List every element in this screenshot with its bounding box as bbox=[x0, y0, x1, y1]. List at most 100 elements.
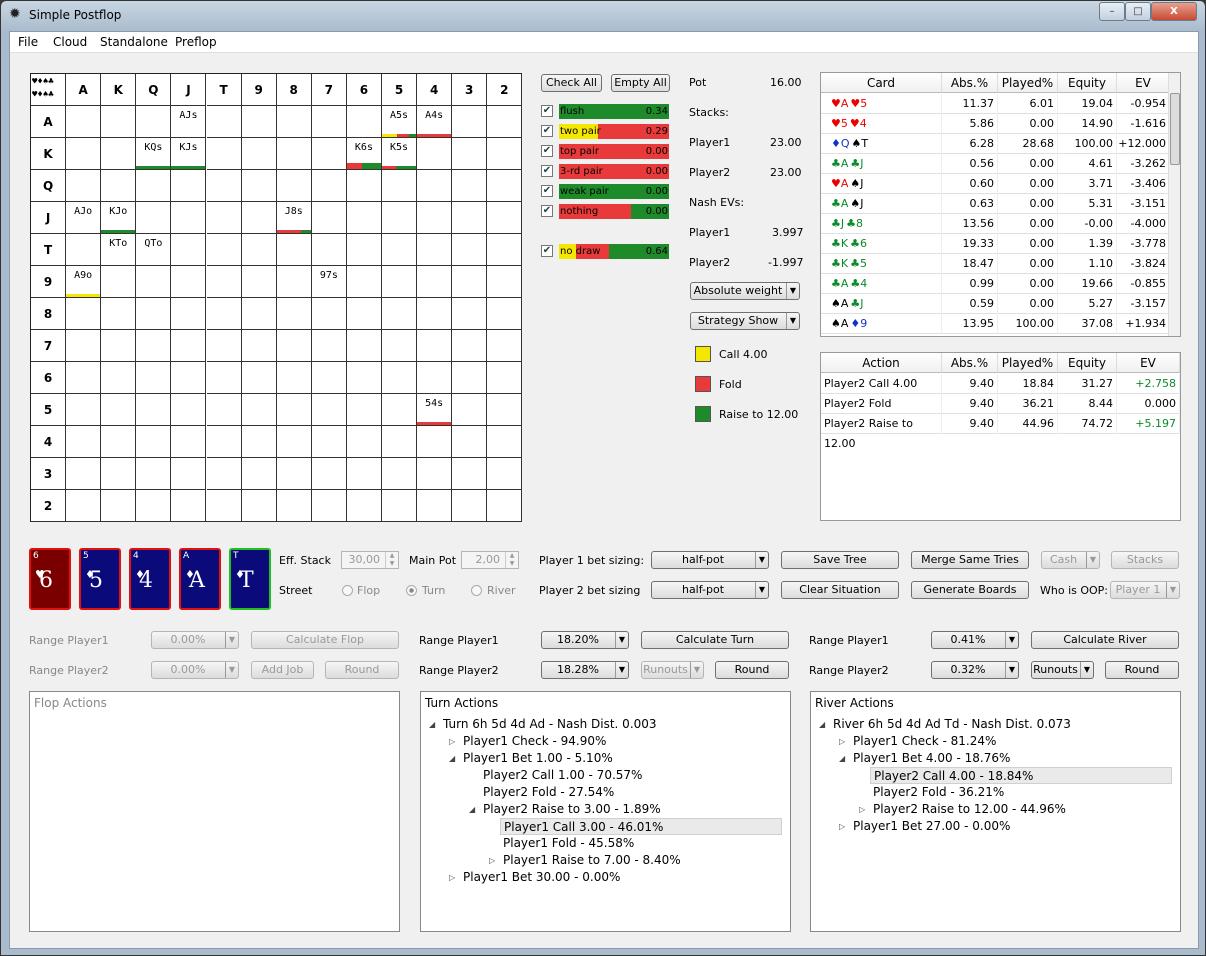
clear-situation-button[interactable]: Clear Situation bbox=[781, 581, 899, 599]
grid-cell[interactable] bbox=[311, 330, 347, 362]
grid-cell[interactable] bbox=[382, 202, 418, 234]
grid-cell[interactable] bbox=[487, 202, 523, 234]
grid-cell[interactable] bbox=[101, 170, 137, 202]
table-row[interactable]: ♣K ♣6 19.33 0.00 1.39 -3.778 bbox=[821, 234, 1170, 254]
filter-checkbox[interactable]: ✔ bbox=[541, 145, 553, 157]
card-table-header[interactable]: Card bbox=[821, 73, 942, 93]
grid-cell[interactable] bbox=[452, 362, 488, 394]
grid-cell[interactable] bbox=[171, 458, 207, 490]
player2-bet-sizing-select[interactable]: half-pot ▼ bbox=[651, 581, 769, 599]
tree-node[interactable]: Player2 Call 1.00 - 70.57% bbox=[483, 767, 642, 784]
expanded-arrow-icon[interactable]: ◢ bbox=[449, 750, 455, 767]
grid-cell[interactable] bbox=[241, 106, 277, 138]
action-table-header[interactable]: Played% bbox=[998, 353, 1058, 373]
grid-cell[interactable] bbox=[346, 362, 382, 394]
grid-cell[interactable] bbox=[311, 394, 347, 426]
grid-cell[interactable] bbox=[206, 394, 242, 426]
close-button[interactable]: X bbox=[1151, 2, 1197, 21]
collapsed-arrow-icon[interactable]: ▷ bbox=[449, 733, 455, 750]
grid-cell[interactable] bbox=[487, 298, 523, 330]
grid-cell[interactable] bbox=[136, 202, 172, 234]
grid-cell[interactable] bbox=[417, 138, 453, 170]
grid-cell[interactable] bbox=[206, 138, 242, 170]
tree-node[interactable]: Player1 Bet 30.00 - 0.00% bbox=[463, 869, 620, 886]
grid-cell[interactable] bbox=[382, 426, 418, 458]
grid-cell[interactable] bbox=[241, 138, 277, 170]
collapsed-arrow-icon[interactable]: ▷ bbox=[859, 801, 865, 818]
card-table-header[interactable]: EV bbox=[1117, 73, 1170, 93]
flop-actions-panel[interactable]: Flop Actions bbox=[29, 691, 400, 932]
grid-cell[interactable] bbox=[241, 170, 277, 202]
grid-cell[interactable] bbox=[311, 138, 347, 170]
tree-node[interactable]: Player1 Call 3.00 - 46.01% bbox=[500, 818, 782, 835]
table-row[interactable]: ♠A ♦9 13.95 100.00 37.08 +1.934 bbox=[821, 314, 1170, 334]
grid-cell[interactable] bbox=[276, 234, 312, 266]
grid-cell[interactable] bbox=[276, 330, 312, 362]
expanded-arrow-icon[interactable]: ◢ bbox=[819, 716, 825, 733]
grid-cell[interactable] bbox=[487, 490, 523, 522]
collapsed-arrow-icon[interactable]: ▷ bbox=[839, 733, 845, 750]
grid-cell[interactable] bbox=[346, 170, 382, 202]
grid-cell[interactable] bbox=[276, 394, 312, 426]
grid-cell[interactable] bbox=[241, 394, 277, 426]
grid-cell[interactable] bbox=[101, 394, 137, 426]
grid-cell[interactable] bbox=[101, 298, 137, 330]
merge-same-tries-button[interactable]: Merge Same Tries bbox=[911, 551, 1029, 569]
calculate-river-button[interactable]: Calculate River bbox=[1031, 631, 1179, 649]
table-row[interactable]: ♣K ♣5 18.47 0.00 1.10 -3.824 bbox=[821, 254, 1170, 274]
grid-cell[interactable]: J8s bbox=[276, 202, 312, 234]
table-row[interactable]: Player2 Raise to 12.00 9.40 44.96 74.72 +5.1… bbox=[821, 414, 1180, 450]
grid-cell[interactable] bbox=[206, 490, 242, 522]
tree-node[interactable]: Player1 Check - 81.24% bbox=[853, 733, 996, 750]
grid-cell[interactable] bbox=[206, 458, 242, 490]
grid-cell[interactable] bbox=[487, 426, 523, 458]
grid-cell[interactable] bbox=[311, 234, 347, 266]
grid-cell[interactable] bbox=[206, 170, 242, 202]
grid-cell[interactable] bbox=[382, 458, 418, 490]
grid-cell[interactable]: 97s bbox=[311, 266, 347, 298]
eff-stack-input[interactable]: 30,00 ▲ ▼ bbox=[341, 551, 399, 569]
flop-radio[interactable] bbox=[342, 585, 353, 596]
grid-cell[interactable] bbox=[171, 298, 207, 330]
grid-cell[interactable] bbox=[417, 202, 453, 234]
table-row[interactable]: ♥A ♥5 11.37 6.01 19.04 -0.954 bbox=[821, 94, 1170, 114]
table-row[interactable]: ♠A ♣J 0.59 0.00 5.27 -3.157 bbox=[821, 294, 1170, 314]
grid-cell[interactable] bbox=[171, 426, 207, 458]
grid-cell[interactable] bbox=[101, 330, 137, 362]
grid-cell[interactable] bbox=[276, 106, 312, 138]
grid-cell[interactable]: A4s bbox=[417, 106, 453, 138]
grid-cell[interactable] bbox=[136, 458, 172, 490]
flop-range-player2-select[interactable]: 0.00% ▼ bbox=[151, 661, 239, 679]
grid-cell[interactable] bbox=[206, 426, 242, 458]
grid-cell[interactable] bbox=[311, 458, 347, 490]
grid-cell[interactable] bbox=[382, 266, 418, 298]
grid-cell[interactable] bbox=[346, 330, 382, 362]
grid-cell[interactable] bbox=[171, 170, 207, 202]
action-table-header[interactable]: EV bbox=[1117, 353, 1180, 373]
turn-range-player2-select[interactable]: 18.28% ▼ bbox=[541, 661, 629, 679]
grid-cell[interactable] bbox=[276, 362, 312, 394]
grid-cell[interactable] bbox=[487, 234, 523, 266]
filter-checkbox[interactable]: ✔ bbox=[541, 185, 553, 197]
menu-file[interactable]: File bbox=[18, 35, 38, 49]
flop-round-button[interactable]: Round bbox=[325, 661, 399, 679]
filter-checkbox[interactable]: ✔ bbox=[541, 205, 553, 217]
grid-cell[interactable] bbox=[206, 202, 242, 234]
tree-node[interactable]: Player1 Check - 94.90% bbox=[463, 733, 606, 750]
grid-cell[interactable] bbox=[241, 330, 277, 362]
grid-cell[interactable]: A5s bbox=[382, 106, 418, 138]
grid-cell[interactable] bbox=[241, 490, 277, 522]
grid-cell[interactable] bbox=[452, 266, 488, 298]
grid-cell[interactable] bbox=[311, 106, 347, 138]
grid-cell[interactable] bbox=[417, 170, 453, 202]
cash-select[interactable]: Cash ▼ bbox=[1041, 551, 1100, 569]
grid-cell[interactable]: KJo bbox=[101, 202, 137, 234]
river-radio[interactable] bbox=[471, 585, 482, 596]
flop-range-player1-select[interactable]: 0.00% ▼ bbox=[151, 631, 239, 649]
board-card[interactable]: 4 ♦ 4 bbox=[129, 548, 171, 610]
grid-cell[interactable] bbox=[241, 426, 277, 458]
grid-cell[interactable] bbox=[66, 490, 102, 522]
grid-cell[interactable] bbox=[346, 106, 382, 138]
grid-cell[interactable] bbox=[311, 490, 347, 522]
calculate-flop-button[interactable]: Calculate Flop bbox=[251, 631, 399, 649]
